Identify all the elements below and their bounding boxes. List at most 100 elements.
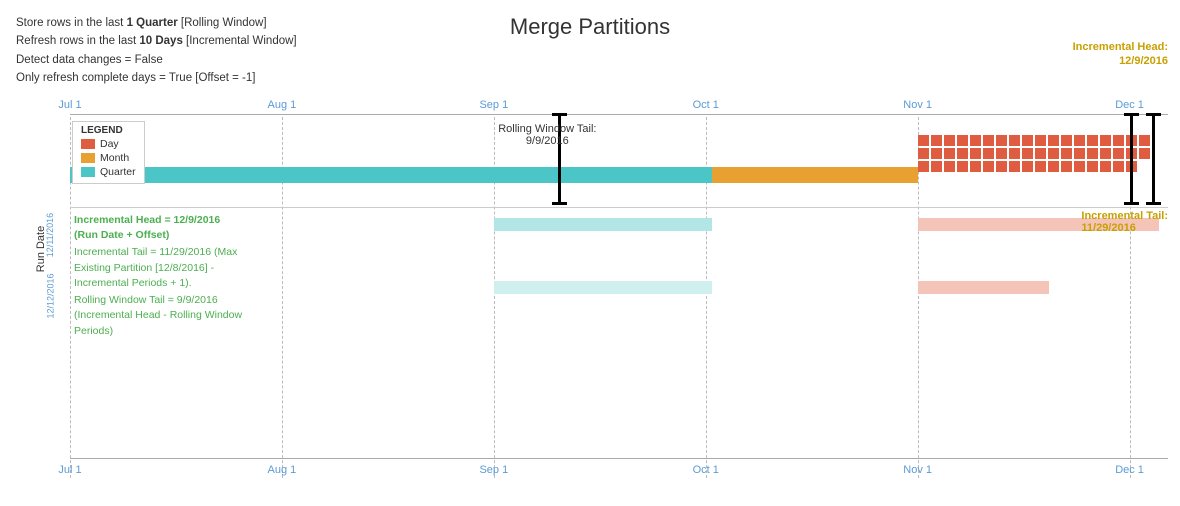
day-block (1061, 148, 1072, 159)
sub-day-block2 (978, 281, 988, 291)
sub-day-block (966, 218, 976, 228)
lower-info-inc-tail: Incremental Tail = 11/29/2016 (Max Exist… (74, 245, 304, 291)
day-block (944, 148, 955, 159)
day-block (1139, 148, 1150, 159)
day-block (918, 148, 929, 159)
day-block (944, 161, 955, 172)
lower-info: Incremental Head = 12/9/2016 (Run Date +… (74, 213, 304, 339)
axis-label-sep1: Sep 1 (479, 99, 508, 111)
dec1-bracket-top (1124, 113, 1139, 116)
day-block (931, 148, 942, 159)
bottom-axis: Jul 1 Aug 1 Sep 1 Oct 1 Nov 1 Dec 1 (70, 458, 1168, 478)
bottom-axis-label-sep: Sep 1 (479, 464, 508, 476)
day-block (1139, 135, 1150, 146)
day-block (1022, 161, 1033, 172)
day-block (1087, 135, 1098, 146)
day-block (1100, 161, 1111, 172)
legend-item-month: Month (81, 152, 136, 164)
dec9-bracket-top (1146, 113, 1161, 116)
day-block (1113, 148, 1124, 159)
day-block (1035, 148, 1046, 159)
sub-day-block (1038, 218, 1048, 228)
sub-band-quarter-2 (494, 281, 713, 294)
day-block (1022, 135, 1033, 146)
day-block (996, 161, 1007, 172)
bottom-axis-label-oct: Oct 1 (693, 464, 719, 476)
day-block (983, 148, 994, 159)
bottom-axis-label-jul: Jul 1 (58, 464, 81, 476)
dec1-bracket-line (1130, 113, 1133, 205)
top-bands (70, 115, 1168, 203)
sub-day-block (1002, 218, 1012, 228)
sub-day-block (978, 218, 988, 228)
day-block (918, 135, 929, 146)
chart-area: Jul 1 Aug 1 Sep 1 Oct 1 Nov 1 Dec 1 LEGE… (70, 95, 1168, 478)
bottom-axis-label-nov: Nov 1 (903, 464, 932, 476)
top-axis: Jul 1 Aug 1 Sep 1 Oct 1 Nov 1 Dec 1 (70, 95, 1168, 115)
info-line4: Only refresh complete days = True [Offse… (16, 69, 297, 87)
sub-day-block (1050, 218, 1060, 228)
day-block (1022, 148, 1033, 159)
inc-head-label: Incremental Head: 12/9/2016 (1073, 40, 1168, 69)
day-block (970, 135, 981, 146)
sep9-bracket-top (552, 113, 567, 116)
sub-band-day-2 (918, 281, 1050, 294)
day-block (1113, 161, 1124, 172)
rolling-tail-callout: Rolling Window Tail: 9/9/2016 (498, 123, 596, 147)
day-block (1048, 148, 1059, 159)
inc-head-callout: Incremental Head: 12/9/2016 (1073, 40, 1168, 69)
day-block (1113, 135, 1124, 146)
day-block (1087, 148, 1098, 159)
day-block (931, 161, 942, 172)
day-block (1035, 135, 1046, 146)
dec9-bracket-bottom (1146, 202, 1161, 205)
legend-label-day: Day (100, 138, 119, 150)
day-block (970, 161, 981, 172)
bottom-axis-label-aug: Aug 1 (268, 464, 297, 476)
day-block (983, 161, 994, 172)
sub-day-block (930, 218, 940, 228)
run-date-label-2: 12/12/2016 (46, 273, 56, 318)
axis-label-nov1: Nov 1 (903, 99, 932, 111)
info-line1: Store rows in the last 1 Quarter [Rollin… (16, 14, 297, 32)
day-block (983, 135, 994, 146)
sub-day-block2 (930, 281, 940, 291)
lower-info-inc-head: Incremental Head = 12/9/2016 (Run Date +… (74, 213, 304, 243)
axis-label-dec1: Dec 1 (1115, 99, 1144, 111)
lower-info-rolling-tail: Rolling Window Tail = 9/9/2016 (Incremen… (74, 293, 304, 339)
main-container: Merge Partitions Store rows in the last … (0, 0, 1180, 506)
legend-label-quarter: Quarter (100, 166, 136, 178)
legend-title: LEGEND (81, 125, 136, 136)
day-block (918, 161, 929, 172)
day-block (1009, 161, 1020, 172)
sub-day-block (942, 218, 952, 228)
sub-day-block2 (942, 281, 952, 291)
sub-day-block (990, 218, 1000, 228)
band-quarter (70, 167, 712, 183)
legend-label-month: Month (100, 152, 129, 164)
legend: LEGEND Day Month Quarter (72, 121, 145, 184)
sub-day-block2 (954, 281, 964, 291)
legend-color-quarter (81, 167, 95, 177)
day-block (957, 135, 968, 146)
day-block (1009, 148, 1020, 159)
legend-color-month (81, 153, 95, 163)
day-block (1035, 161, 1046, 172)
day-block (944, 135, 955, 146)
day-block (1061, 135, 1072, 146)
day-block (1100, 148, 1111, 159)
sep9-bracket-bottom (552, 202, 567, 205)
inc-tail-callout-1: Incremental Tail: 11/29/2016 (1081, 210, 1168, 234)
day-block (1074, 161, 1085, 172)
sub-day-block2 (966, 281, 976, 291)
day-block (1048, 135, 1059, 146)
day-block (1009, 135, 1020, 146)
bottom-axis-label-dec: Dec 1 (1115, 464, 1144, 476)
sub-day-block (954, 218, 964, 228)
day-block (957, 148, 968, 159)
day-block (1061, 161, 1072, 172)
day-block (1074, 148, 1085, 159)
separator-line (70, 207, 1168, 208)
sub-day-block (1026, 218, 1036, 228)
day-block (970, 148, 981, 159)
